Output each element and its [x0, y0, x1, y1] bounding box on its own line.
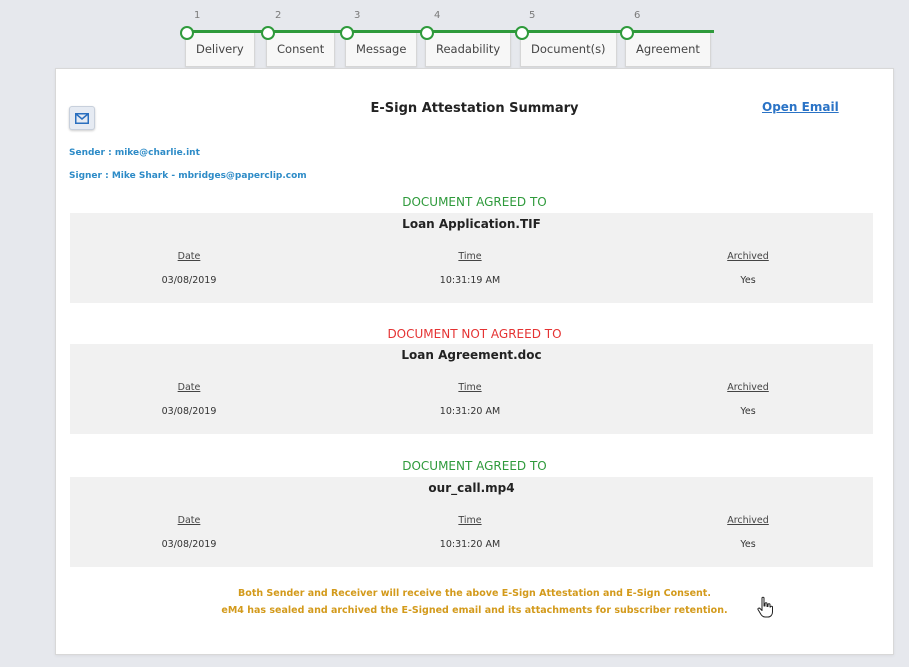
date-header: Date	[177, 515, 201, 526]
archived-value: Yes	[740, 406, 756, 417]
open-email-link[interactable]: Open Email	[762, 100, 839, 114]
time-header: Time	[458, 382, 482, 393]
document-panel: Loan Agreement.doc Date Time Archived 03…	[70, 344, 873, 434]
time-header: Time	[458, 251, 482, 262]
step-number: 2	[275, 10, 282, 21]
date-header: Date	[177, 382, 201, 393]
archived-header: Archived	[727, 251, 769, 262]
step-number: 1	[194, 10, 201, 21]
document-status-agreed: DOCUMENT AGREED TO	[402, 195, 547, 209]
attestation-summary-card: E-Sign Attestation Summary Open Email Se…	[55, 68, 894, 655]
sender-info: Sender : mike@charlie.int	[69, 148, 200, 158]
step-tab-delivery[interactable]: Delivery	[185, 33, 255, 67]
document-name: Loan Application.TIF	[402, 217, 541, 231]
step-node	[340, 26, 354, 40]
step-tab-readability[interactable]: Readability	[425, 33, 512, 67]
step-node	[420, 26, 434, 40]
document-status-agreed: DOCUMENT AGREED TO	[402, 459, 547, 473]
step-number: 4	[434, 10, 441, 21]
hand-pointer-icon	[757, 596, 773, 622]
time-header: Time	[458, 515, 482, 526]
document-panel: our_call.mp4 Date Time Archived 03/08/20…	[70, 477, 873, 567]
progress-stepper: 1 Delivery 2 Consent 3 Message 4 Readabi…	[0, 0, 909, 70]
step-number: 5	[529, 10, 536, 21]
date-value: 03/08/2019	[161, 275, 217, 286]
archived-header: Archived	[727, 515, 769, 526]
document-status-not-agreed: DOCUMENT NOT AGREED TO	[387, 327, 562, 341]
step-tab-message[interactable]: Message	[345, 33, 418, 67]
archived-value: Yes	[740, 275, 756, 286]
time-value: 10:31:20 AM	[439, 406, 501, 417]
step-node	[620, 26, 634, 40]
step-tab-documents[interactable]: Document(s)	[520, 33, 617, 67]
step-node	[515, 26, 529, 40]
time-value: 10:31:19 AM	[439, 275, 501, 286]
date-header: Date	[177, 251, 201, 262]
document-name: Loan Agreement.doc	[401, 348, 542, 362]
step-node	[180, 26, 194, 40]
step-tab-agreement[interactable]: Agreement	[625, 33, 711, 67]
signer-info: Signer : Mike Shark - mbridges@paperclip…	[69, 171, 307, 181]
document-panel: Loan Application.TIF Date Time Archived …	[70, 213, 873, 303]
document-name: our_call.mp4	[428, 481, 515, 495]
archived-header: Archived	[727, 382, 769, 393]
step-number: 3	[354, 10, 361, 21]
date-value: 03/08/2019	[161, 539, 217, 550]
date-value: 03/08/2019	[161, 406, 217, 417]
step-number: 6	[634, 10, 641, 21]
step-node	[261, 26, 275, 40]
time-value: 10:31:20 AM	[439, 539, 501, 550]
archived-value: Yes	[740, 539, 756, 550]
step-tab-consent[interactable]: Consent	[266, 33, 336, 67]
